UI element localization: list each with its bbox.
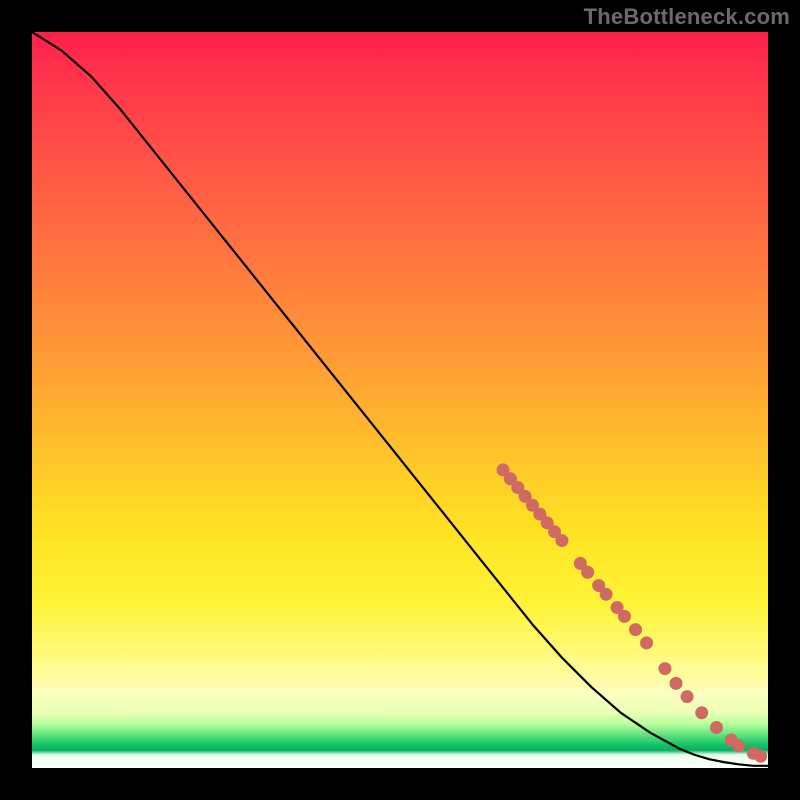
marker-point [640, 636, 653, 649]
marker-point [600, 588, 613, 601]
watermark-text: TheBottleneck.com [584, 4, 790, 30]
marker-point [581, 566, 594, 579]
marker-point [629, 623, 642, 636]
marker-point [618, 610, 631, 623]
plot-area [32, 32, 768, 768]
marker-point [670, 677, 683, 690]
marker-point [732, 739, 745, 752]
marker-point [681, 690, 694, 703]
marker-point [710, 721, 723, 734]
chart-frame: TheBottleneck.com [0, 0, 800, 800]
marker-point [754, 750, 767, 763]
chart-svg [32, 32, 768, 768]
bottleneck-curve [32, 32, 768, 766]
marker-point [658, 662, 671, 675]
highlighted-segment [497, 463, 768, 762]
marker-point [695, 706, 708, 719]
marker-point [555, 534, 568, 547]
